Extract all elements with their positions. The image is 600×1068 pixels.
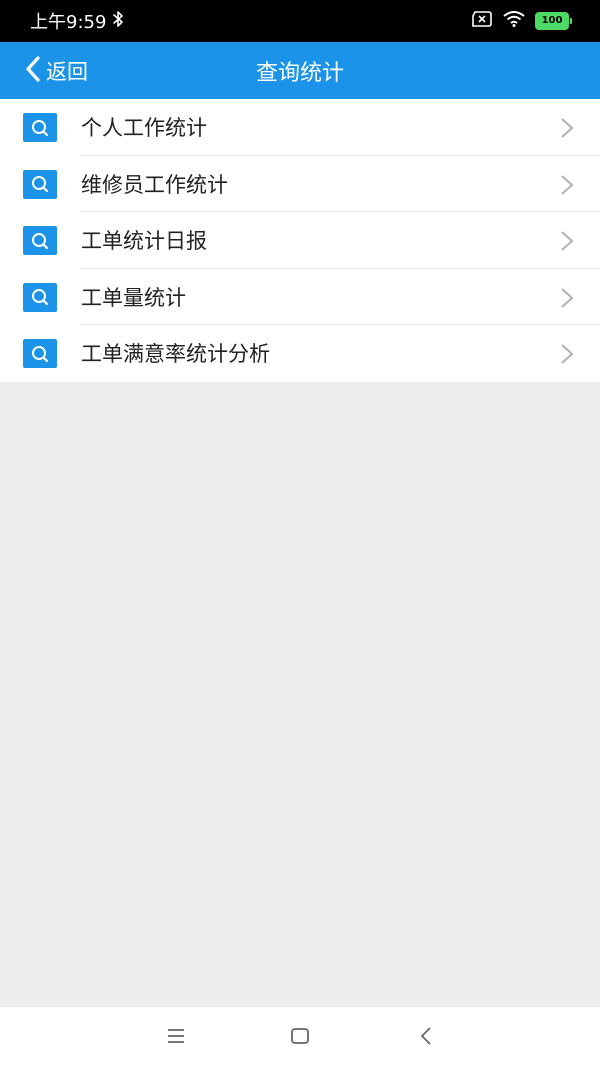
chevron-right-icon xyxy=(560,343,574,369)
page-title: 查询统计 xyxy=(255,60,344,86)
status-bar: 上午9:59 100 xyxy=(0,0,600,42)
menu-item-satisfaction-analysis[interactable]: 工单满意率统计分析 xyxy=(0,325,600,382)
sim-off-icon xyxy=(471,11,493,31)
chevron-left-icon xyxy=(24,55,42,86)
menu-item-label: 维修员工作统计 xyxy=(81,172,228,197)
menu-item-label: 工单量统计 xyxy=(81,285,186,310)
status-left: 上午9:59 xyxy=(30,8,124,34)
home-icon xyxy=(290,1027,310,1049)
system-nav-bar xyxy=(0,1006,600,1068)
wifi-icon xyxy=(503,11,525,31)
search-icon xyxy=(23,282,57,312)
back-button[interactable]: 返回 xyxy=(24,42,88,99)
menu-item-work-order-volume-stats[interactable]: 工单量统计 xyxy=(0,269,600,325)
search-icon xyxy=(23,339,57,368)
menu-button[interactable] xyxy=(146,1007,206,1068)
chevron-right-icon xyxy=(560,174,574,200)
system-back-button[interactable] xyxy=(396,1007,456,1068)
search-icon xyxy=(23,226,57,255)
search-icon xyxy=(23,169,57,199)
menu-item-label: 工单统计日报 xyxy=(81,229,207,254)
battery-level: 100 xyxy=(535,12,569,30)
chevron-right-icon xyxy=(560,230,574,256)
status-time: 上午9:59 xyxy=(30,12,107,33)
menu-item-label: 个人工作统计 xyxy=(81,116,207,141)
battery-icon: 100 xyxy=(535,12,572,30)
menu-icon xyxy=(166,1028,186,1048)
status-right: 100 xyxy=(471,11,572,31)
menu-item-personal-work-stats[interactable]: 个人工作统计 xyxy=(0,99,600,156)
menu-list: 个人工作统计 维修员工作统计 工单统计日报 工单量统计 工单满意率统计分析 xyxy=(0,99,600,382)
back-label: 返回 xyxy=(46,59,88,84)
search-icon xyxy=(23,113,57,142)
bluetooth-icon xyxy=(112,10,124,33)
menu-item-repairman-work-stats[interactable]: 维修员工作统计 xyxy=(0,156,600,212)
back-icon xyxy=(419,1026,433,1050)
chevron-right-icon xyxy=(560,117,574,143)
menu-item-work-order-daily-report[interactable]: 工单统计日报 xyxy=(0,212,600,269)
menu-item-label: 工单满意率统计分析 xyxy=(81,342,270,367)
nav-bar: 返回 查询统计 xyxy=(0,42,600,99)
chevron-right-icon xyxy=(560,287,574,313)
home-button[interactable] xyxy=(270,1007,330,1068)
